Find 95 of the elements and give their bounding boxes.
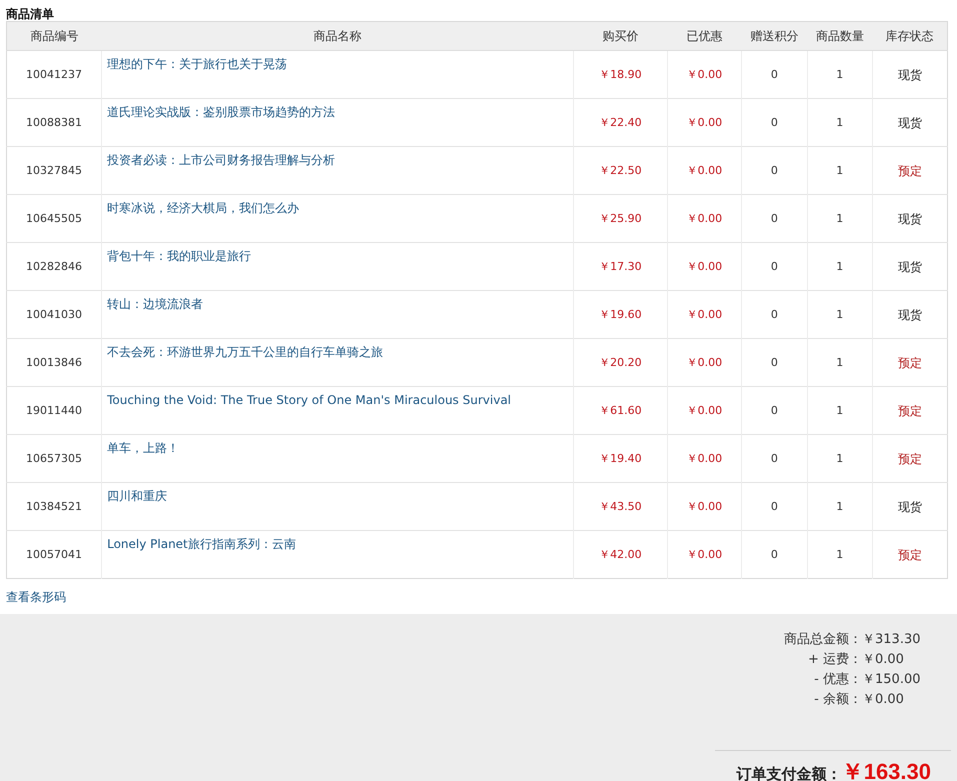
discount-cell: ￥0.00 [667, 434, 742, 482]
stock-status-cell: 预定 [872, 434, 948, 482]
points-cell: 0 [742, 386, 808, 434]
quantity-cell: 1 [807, 482, 872, 530]
column-header: 赠送积分 [742, 22, 808, 50]
points-cell: 0 [742, 146, 808, 194]
product-id-cell: 10041030 [6, 290, 102, 338]
discount-cell: ￥0.00 [667, 146, 742, 194]
price-cell: ￥19.40 [574, 434, 668, 482]
product-link[interactable]: 道氏理论实战版：鉴别股票市场趋势的方法 [107, 105, 336, 119]
points-cell: 0 [742, 338, 808, 386]
stock-status-cell: 现货 [872, 50, 948, 98]
price-cell: ￥42.00 [574, 530, 668, 578]
summary-label: - 优惠： [814, 671, 862, 689]
summary-label: + 运费： [808, 651, 862, 669]
column-header: 已优惠 [667, 22, 742, 50]
barcode-link[interactable]: 查看条形码 [6, 589, 66, 606]
quantity-cell: 1 [807, 530, 872, 578]
summary-label: 商品总金额： [784, 631, 862, 649]
product-link[interactable]: 转山：边境流浪者 [107, 297, 204, 311]
product-link[interactable]: 背包十年：我的职业是旅行 [107, 249, 252, 263]
product-link[interactable]: 四川和重庆 [107, 489, 168, 503]
total-amount: ￥163.30 [842, 758, 931, 781]
product-link[interactable]: 不去会死：环游世界九万五千公里的自行车单骑之旅 [107, 345, 384, 359]
price-cell: ￥17.30 [574, 242, 668, 290]
discount-cell: ￥0.00 [667, 194, 742, 242]
product-link[interactable]: 投资者必读：上市公司财务报告理解与分析 [107, 153, 336, 167]
stock-status-cell: 现货 [872, 242, 948, 290]
quantity-cell: 1 [807, 194, 872, 242]
product-link[interactable]: Lonely Planet旅行指南系列：云南 [107, 537, 296, 551]
quantity-cell: 1 [807, 242, 872, 290]
column-header: 商品名称 [102, 22, 574, 50]
discount-cell: ￥0.00 [667, 290, 742, 338]
price-cell: ￥19.60 [574, 290, 668, 338]
price-cell: ￥25.90 [574, 194, 668, 242]
column-header: 商品数量 [807, 22, 872, 50]
product-link[interactable]: 时寒冰说，经济大棋局，我们怎么办 [107, 201, 300, 215]
points-cell: 0 [742, 98, 808, 146]
price-cell: ￥61.60 [574, 386, 668, 434]
quantity-cell: 1 [807, 434, 872, 482]
stock-status-cell: 预定 [872, 530, 948, 578]
product-link[interactable]: 单车，上路！ [107, 441, 180, 455]
column-header: 库存状态 [872, 22, 948, 50]
stock-status-cell: 现货 [872, 98, 948, 146]
points-cell: 0 [742, 482, 808, 530]
discount-cell: ￥0.00 [667, 242, 742, 290]
product-id-cell: 10088381 [6, 98, 102, 146]
quantity-cell: 1 [807, 146, 872, 194]
price-cell: ￥20.20 [574, 338, 668, 386]
quantity-cell: 1 [807, 338, 872, 386]
column-header: 购买价 [574, 22, 668, 50]
product-id-cell: 10327845 [6, 146, 102, 194]
stock-status-cell: 预定 [872, 146, 948, 194]
quantity-cell: 1 [807, 290, 872, 338]
discount-cell: ￥0.00 [667, 386, 742, 434]
points-cell: 0 [742, 242, 808, 290]
stock-status-cell: 现货 [872, 194, 948, 242]
section-title: 商品清单 [5, 6, 55, 21]
product-id-cell: 10384521 [6, 482, 102, 530]
summary-amount: ￥0.00 [862, 691, 905, 709]
product-id-cell: 10057041 [6, 530, 102, 578]
price-cell: ￥22.50 [574, 146, 668, 194]
price-cell: ￥22.40 [574, 98, 668, 146]
points-cell: 0 [742, 50, 808, 98]
summary-amount: ￥313.30 [862, 631, 922, 649]
discount-cell: ￥0.00 [667, 98, 742, 146]
discount-cell: ￥0.00 [667, 530, 742, 578]
product-id-cell: 10657305 [6, 434, 102, 482]
product-id-cell: 10013846 [6, 338, 102, 386]
points-cell: 0 [742, 434, 808, 482]
points-cell: 0 [742, 194, 808, 242]
quantity-cell: 1 [807, 386, 872, 434]
product-link[interactable]: 理想的下午：关于旅行也关于晃荡 [107, 57, 288, 71]
points-cell: 0 [742, 530, 808, 578]
product-link[interactable]: Touching the Void: The True Story of One Man's Miraculous Survival [107, 393, 512, 407]
summary-label: - 余额： [814, 691, 862, 709]
stock-status-cell: 现货 [872, 290, 948, 338]
product-id-cell: 10645505 [6, 194, 102, 242]
product-id-cell: 19011440 [6, 386, 102, 434]
discount-cell: ￥0.00 [667, 50, 742, 98]
product-id-cell: 10041237 [6, 50, 102, 98]
price-cell: ￥43.50 [574, 482, 668, 530]
price-cell: ￥18.90 [574, 50, 668, 98]
points-cell: 0 [742, 290, 808, 338]
stock-status-cell: 预定 [872, 338, 948, 386]
stock-status-cell: 预定 [872, 386, 948, 434]
discount-cell: ￥0.00 [667, 482, 742, 530]
product-id-cell: 10282846 [6, 242, 102, 290]
summary-amount: ￥150.00 [862, 671, 922, 689]
quantity-cell: 1 [807, 50, 872, 98]
summary-amount: ￥0.00 [862, 651, 905, 669]
column-header: 商品编号 [6, 22, 102, 50]
stock-status-cell: 现货 [872, 482, 948, 530]
quantity-cell: 1 [807, 98, 872, 146]
discount-cell: ￥0.00 [667, 338, 742, 386]
